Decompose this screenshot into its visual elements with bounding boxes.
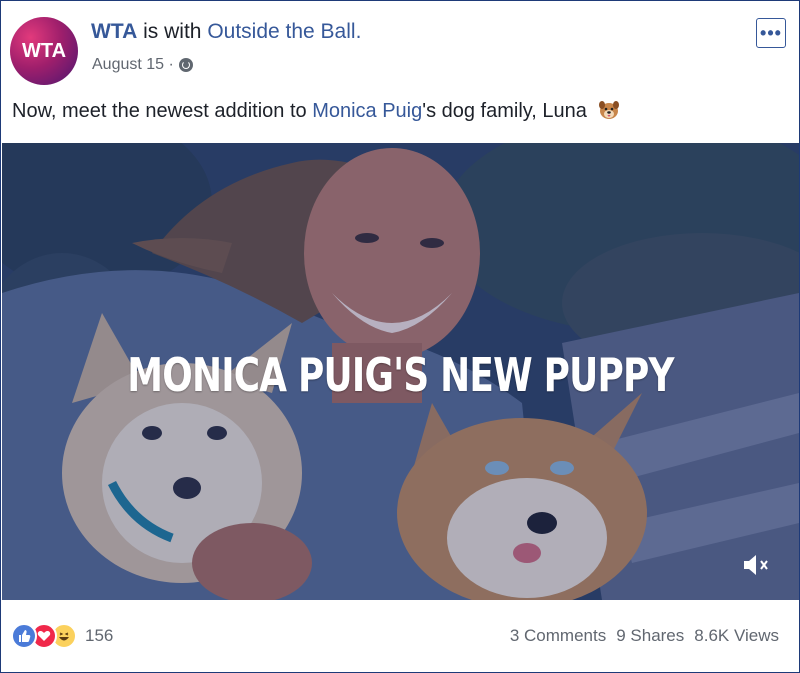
caption-mention-link[interactable]: Monica Puig [312, 100, 422, 122]
caption-text-end: 's dog family, Luna [422, 100, 587, 122]
reactions-summary[interactable]: 156 [11, 623, 113, 649]
reaction-count[interactable]: 156 [85, 626, 113, 646]
video-overlay-title: MONICA PUIG'S NEW PUPPY [127, 348, 674, 402]
post-header-title: WTA is with Outside the Ball. [91, 20, 361, 44]
post-meta: August 15 · [92, 56, 193, 74]
comments-count-link[interactable]: 3 Comments [510, 626, 606, 646]
post-caption: Now, meet the newest addition to Monica … [12, 100, 620, 123]
like-reaction-icon [11, 623, 37, 649]
post-date[interactable]: August 15 · [92, 56, 174, 74]
views-count: 8.6K Views [694, 626, 779, 645]
caption-text-start: Now, meet the newest addition to [12, 100, 313, 122]
video-player[interactable]: MONICA PUIG'S NEW PUPPY [2, 143, 799, 600]
post-card: WTA WTA is with Outside the Ball. August… [0, 0, 800, 673]
mute-icon[interactable] [742, 553, 776, 583]
is-with-text: is with [143, 20, 202, 43]
dog-face-icon [599, 101, 620, 119]
globe-icon [178, 58, 193, 72]
avatar-logo-text: WTA [21, 39, 67, 62]
author-link[interactable]: WTA [91, 20, 137, 43]
more-options-icon[interactable]: ••• [756, 18, 786, 48]
tagged-page-link[interactable]: Outside the Ball. [207, 20, 361, 43]
page-avatar[interactable]: WTA [10, 17, 78, 85]
shares-count-link[interactable]: 9 Shares [616, 626, 684, 646]
post-stats: 3 Comments 9 Shares 8.6K Views [510, 626, 779, 646]
